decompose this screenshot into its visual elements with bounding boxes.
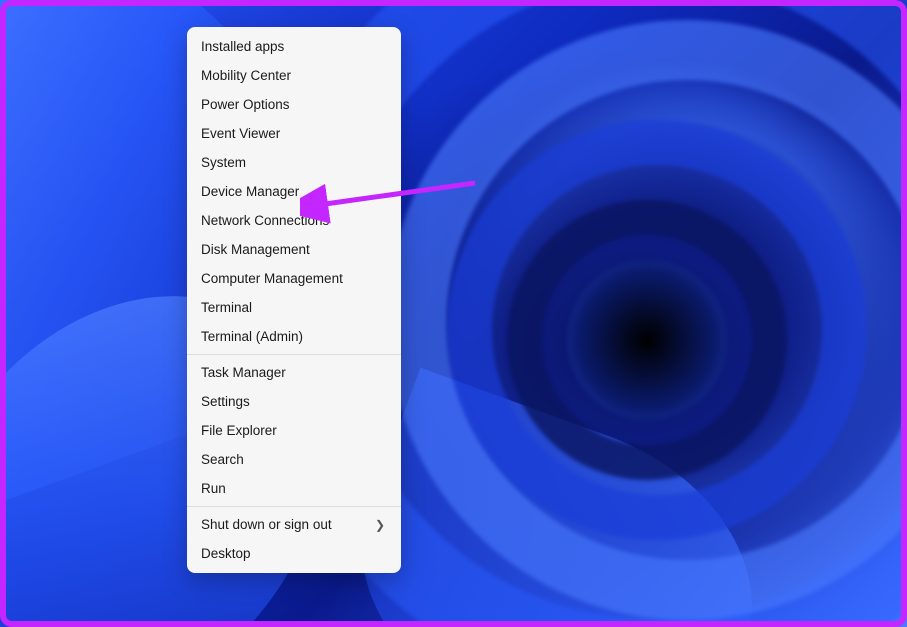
menu-item-device-manager[interactable]: Device Manager [187,177,401,206]
desktop-wallpaper [0,0,907,627]
menu-item-desktop[interactable]: Desktop [187,539,401,568]
menu-item-installed-apps[interactable]: Installed apps [187,32,401,61]
menu-item-disk-management[interactable]: Disk Management [187,235,401,264]
menu-item-terminal[interactable]: Terminal [187,293,401,322]
menu-item-computer-management[interactable]: Computer Management [187,264,401,293]
menu-item-network-connections[interactable]: Network Connections [187,206,401,235]
menu-item-system[interactable]: System [187,148,401,177]
menu-item-run[interactable]: Run [187,474,401,503]
menu-separator [187,506,401,507]
menu-item-shut-down-sign-out[interactable]: Shut down or sign out ❯ [187,510,401,539]
menu-item-settings[interactable]: Settings [187,387,401,416]
chevron-right-icon: ❯ [375,518,385,532]
menu-item-search[interactable]: Search [187,445,401,474]
menu-item-task-manager[interactable]: Task Manager [187,358,401,387]
menu-item-file-explorer[interactable]: File Explorer [187,416,401,445]
menu-item-mobility-center[interactable]: Mobility Center [187,61,401,90]
menu-separator [187,354,401,355]
winx-context-menu: Installed apps Mobility Center Power Opt… [187,27,401,573]
menu-item-terminal-admin[interactable]: Terminal (Admin) [187,322,401,351]
menu-item-power-options[interactable]: Power Options [187,90,401,119]
menu-item-event-viewer[interactable]: Event Viewer [187,119,401,148]
